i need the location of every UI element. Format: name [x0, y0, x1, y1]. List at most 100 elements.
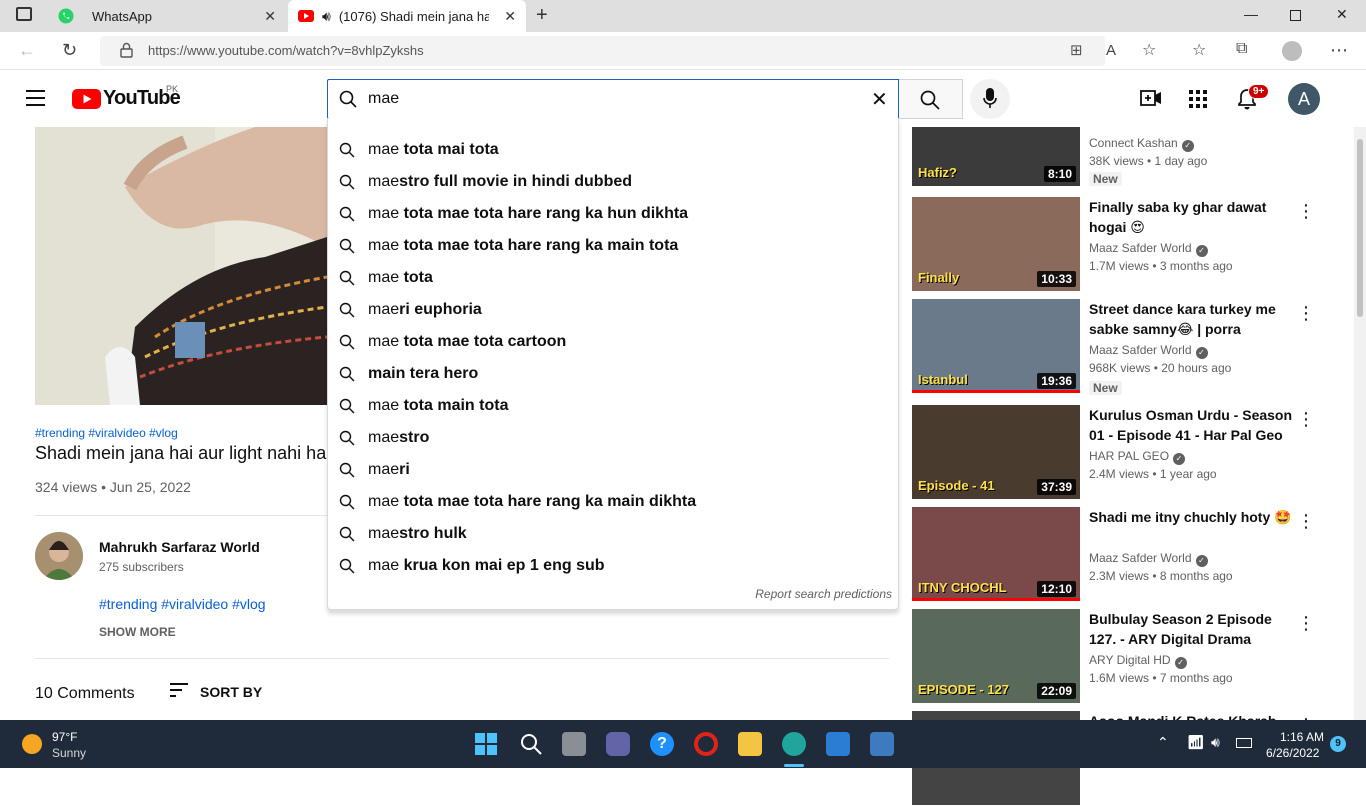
search-suggestion-item[interactable]: maestro hulk	[328, 518, 898, 550]
report-search-predictions-link[interactable]: Report search predictions	[755, 587, 892, 601]
description-hashtags[interactable]: #trending #viralvideo #vlog	[99, 596, 266, 612]
related-video-title[interactable]: Shadi me itny chuchly hoty 🤩	[1089, 507, 1293, 527]
sort-by-button[interactable]: SORT BY	[170, 683, 262, 700]
speaker-icon[interactable]: 🔊︎	[322, 8, 331, 25]
video-hashtags[interactable]: #trending #viralvideo #vlog	[35, 426, 178, 440]
task-view-icon[interactable]	[562, 732, 586, 756]
search-suggestion-item[interactable]: mae tota mae tota cartoon	[328, 326, 898, 358]
video-thumbnail[interactable]: ITNY CHOCHL 12:10	[912, 507, 1080, 601]
search-suggestion-item[interactable]: mae tota mai tota	[328, 134, 898, 166]
app-available-icon[interactable]: ⊞	[1070, 41, 1083, 59]
related-video-item[interactable]: Finally 10:33 Finally saba ky ghar dawat h…	[912, 197, 1352, 293]
new-tab-icon[interactable]: +	[536, 4, 548, 27]
minimize-icon[interactable]: ―	[1244, 6, 1258, 22]
more-options-icon[interactable]: ⋮	[1297, 409, 1315, 430]
clear-search-icon[interactable]: ✕	[871, 87, 888, 112]
scrollbar-thumb[interactable]	[1357, 139, 1363, 317]
more-options-icon[interactable]: ⋮	[1297, 511, 1315, 532]
add-favorite-icon[interactable]: ☆	[1142, 40, 1156, 60]
weather-sun-icon[interactable]	[22, 734, 42, 754]
channel-avatar[interactable]	[35, 532, 83, 580]
tab-actions-icon[interactable]	[16, 7, 32, 21]
python-icon[interactable]	[870, 732, 894, 756]
hamburger-menu-icon[interactable]	[26, 90, 45, 106]
video-player[interactable]	[35, 127, 327, 405]
taskbar-search-icon[interactable]	[519, 732, 543, 756]
microsoft-store-icon[interactable]	[826, 732, 850, 756]
notification-center-badge[interactable]: 9	[1330, 736, 1346, 752]
related-video-title[interactable]: Bulbulay Season 2 Episode 127. - ARY Dig…	[1089, 609, 1293, 649]
show-hidden-icons-icon[interactable]: ⌃	[1157, 734, 1169, 751]
tab-youtube[interactable]: 🔊︎ (1076) Shadi mein jana hai a ✕	[288, 0, 526, 32]
clock-date[interactable]: 6/26/2022	[1266, 746, 1319, 760]
related-video-channel[interactable]: Maaz Safder World ✓	[1089, 241, 1208, 257]
channel-name[interactable]: Mahrukh Sarfaraz World	[99, 539, 260, 555]
suggestion-prefix: mae	[368, 333, 400, 350]
related-video-item[interactable]: Hafiz? 8:10 Connect Kashan ✓ 38K views • 1 d…	[912, 92, 1352, 188]
weather-temperature[interactable]: 97°F	[52, 730, 77, 744]
profile-icon[interactable]	[1282, 41, 1302, 61]
related-video-channel[interactable]: Connect Kashan ✓	[1089, 136, 1194, 152]
search-suggestion-item[interactable]: maestro	[328, 422, 898, 454]
related-video-channel[interactable]: Maaz Safder World ✓	[1089, 551, 1208, 567]
help-icon[interactable]: ?	[650, 732, 674, 756]
search-suggestion-item[interactable]: maeri euphoria	[328, 294, 898, 326]
video-thumbnail[interactable]: EPISODE - 127 22:09	[912, 609, 1080, 703]
search-suggestion-item[interactable]: mae tota main tota	[328, 390, 898, 422]
clock-time[interactable]: 1:16 AM	[1280, 730, 1324, 744]
battery-icon[interactable]	[1236, 738, 1252, 748]
lock-icon[interactable]	[120, 42, 133, 63]
search-suggestion-item[interactable]: maeri	[328, 454, 898, 486]
teams-chat-icon[interactable]	[606, 732, 630, 756]
tab-whatsapp[interactable]: WhatsApp ✕	[48, 0, 286, 32]
weather-description[interactable]: Sunny	[52, 746, 86, 760]
search-suggestion-item[interactable]: mae krua kon mai ep 1 eng sub	[328, 550, 898, 582]
url-bar[interactable]: https://www.youtube.com/watch?v=8vhlpZyk…	[100, 36, 1105, 66]
read-aloud-icon[interactable]: A	[1106, 42, 1116, 59]
refresh-icon[interactable]: ↻	[62, 40, 77, 61]
related-video-title[interactable]: Street dance kara turkey me sabke samny😂…	[1089, 299, 1293, 339]
search-suggestion-item[interactable]: main tera hero	[328, 358, 898, 390]
file-explorer-icon[interactable]	[738, 732, 762, 756]
search-input[interactable]: mae ✕	[327, 79, 899, 119]
search-suggestion-item[interactable]: mae tota mae tota hare rang ka hun dikht…	[328, 198, 898, 230]
back-icon[interactable]: ←	[18, 40, 36, 61]
related-video-item[interactable]: EPISODE - 127 22:09 Bulbulay Season 2 Epis…	[912, 609, 1352, 705]
related-video-channel[interactable]: ARY Digital HD ✓	[1089, 653, 1187, 669]
youtube-favicon-icon	[298, 8, 314, 24]
video-thumbnail[interactable]: Finally 10:33	[912, 197, 1080, 291]
opera-browser-icon[interactable]	[694, 732, 718, 756]
collections-icon[interactable]: ⧉	[1236, 40, 1247, 58]
wifi-icon[interactable]: 📶︎	[1187, 734, 1205, 751]
show-more-button[interactable]: SHOW MORE	[99, 625, 176, 639]
search-suggestion-item[interactable]: mae tota mae tota hare rang ka main dikh…	[328, 486, 898, 518]
more-options-icon[interactable]: ⋮	[1297, 613, 1315, 634]
search-suggestion-item[interactable]: mae tota	[328, 262, 898, 294]
edge-browser-icon[interactable]	[782, 732, 806, 756]
related-video-item[interactable]: Episode - 41 37:39 Kurulus Osman Urdu - Se…	[912, 405, 1352, 501]
close-tab-icon[interactable]: ✕	[504, 8, 516, 25]
favorites-icon[interactable]: ☆	[1192, 40, 1206, 60]
start-windows-icon[interactable]	[474, 732, 498, 756]
video-thumbnail[interactable]: Episode - 41 37:39	[912, 405, 1080, 499]
more-options-icon[interactable]: ⋮	[1297, 201, 1315, 222]
page-scrollbar[interactable]	[1354, 127, 1366, 720]
video-thumbnail[interactable]: Hafiz? 8:10	[912, 127, 1080, 186]
search-suggestion-item[interactable]: maestro full movie in hindi dubbed	[328, 166, 898, 198]
close-window-icon[interactable]: ✕	[1336, 6, 1348, 23]
related-video-item[interactable]: ITNY CHOCHL 12:10 Shadi me itny chuchly ho…	[912, 507, 1352, 603]
video-thumbnail[interactable]: Istanbul 19:36	[912, 299, 1080, 393]
more-menu-icon[interactable]: ⋯	[1330, 40, 1348, 61]
youtube-logo-icon[interactable]	[72, 89, 101, 114]
related-video-channel[interactable]: HAR PAL GEO ✓	[1089, 449, 1186, 465]
volume-icon[interactable]: 🔊︎	[1211, 734, 1220, 751]
channel-subscribers: 275 subscribers	[99, 560, 184, 574]
related-video-channel[interactable]: Maaz Safder World ✓	[1089, 343, 1208, 359]
close-tab-icon[interactable]: ✕	[264, 8, 276, 25]
search-suggestion-item[interactable]: mae tota mae tota hare rang ka main tota	[328, 230, 898, 262]
related-video-title[interactable]: Finally saba ky ghar dawat hogai 😍	[1089, 197, 1293, 237]
related-video-item[interactable]: Istanbul 19:36 Street dance kara turkey me…	[912, 299, 1352, 395]
restore-icon[interactable]	[1290, 10, 1301, 21]
related-video-title[interactable]: Kurulus Osman Urdu - Season 01 - Episode…	[1089, 405, 1293, 445]
more-options-icon[interactable]: ⋮	[1297, 303, 1315, 324]
